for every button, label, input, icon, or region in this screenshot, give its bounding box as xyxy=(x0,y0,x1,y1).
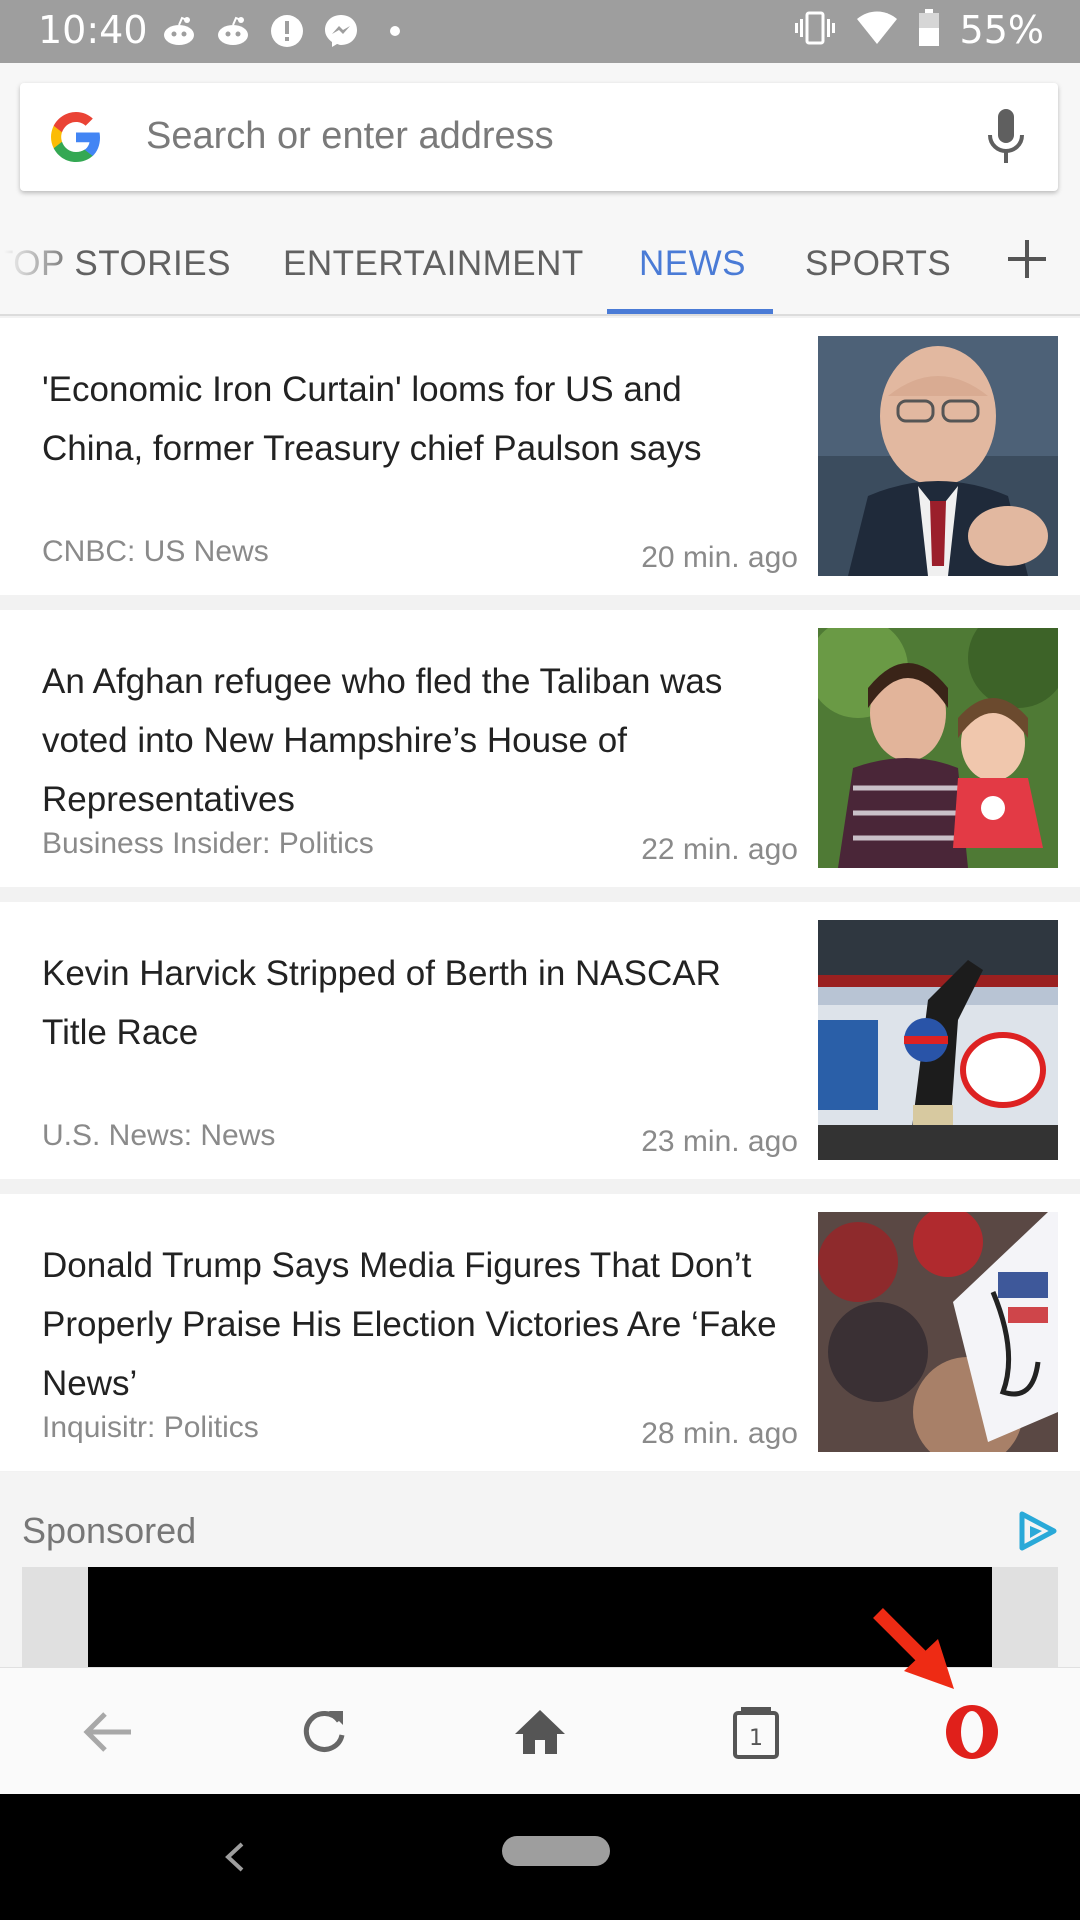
system-nav-bar xyxy=(0,1794,1080,1920)
tabs-button[interactable]: 1 xyxy=(720,1696,792,1768)
article-thumbnail[interactable] xyxy=(818,920,1058,1160)
article-thumbnail[interactable] xyxy=(818,336,1058,576)
news-card[interactable]: 'Economic Iron Curtain' looms for US and… xyxy=(0,318,1080,595)
article-source: U.S. News: News xyxy=(42,1119,276,1152)
article-thumbnail[interactable] xyxy=(818,628,1058,868)
opera-menu-icon[interactable] xyxy=(936,1696,1008,1768)
article-title[interactable]: Kevin Harvick Stripped of Berth in NASCA… xyxy=(42,944,792,1062)
nav-back-icon[interactable] xyxy=(216,1834,252,1880)
add-category-icon[interactable] xyxy=(1004,236,1050,282)
reload-icon[interactable] xyxy=(288,1696,360,1768)
news-card[interactable]: Kevin Harvick Stripped of Berth in NASCA… xyxy=(0,902,1080,1179)
dot-icon xyxy=(376,12,414,50)
article-thumbnail[interactable] xyxy=(818,1212,1058,1452)
article-title[interactable]: Donald Trump Says Media Figures That Don… xyxy=(42,1236,792,1413)
messenger-icon xyxy=(322,12,360,50)
system-icons: 55% xyxy=(794,8,1044,52)
news-card[interactable]: Donald Trump Says Media Figures That Don… xyxy=(0,1194,1080,1471)
news-feed: 'Economic Iron Curtain' looms for US and… xyxy=(0,318,1080,1486)
battery-icon xyxy=(918,8,940,52)
article-source: Business Insider: Politics xyxy=(42,827,374,860)
status-time: 10:40 xyxy=(38,8,148,52)
status-bar: 10:40 55% xyxy=(0,0,1080,63)
news-card[interactable]: An Afghan refugee who fled the Taliban w… xyxy=(0,610,1080,887)
alert-icon xyxy=(268,12,306,50)
tab-sports[interactable]: SPORTS xyxy=(805,244,951,284)
search-area: Search or enter address xyxy=(0,63,1080,198)
reddit-icon xyxy=(160,12,198,50)
article-source: CNBC: US News xyxy=(42,535,269,568)
microphone-icon[interactable] xyxy=(984,107,1028,167)
tab-fade xyxy=(0,198,80,314)
nav-home-pill[interactable] xyxy=(502,1836,610,1866)
notification-icons xyxy=(160,12,414,50)
search-placeholder: Search or enter address xyxy=(146,115,554,157)
article-time: 22 min. ago xyxy=(641,833,798,866)
category-tabs: TOP STORIES ENTERTAINMENT NEWS SPORTS xyxy=(0,198,1080,316)
annotation-arrow-icon xyxy=(870,1605,970,1705)
reddit-icon xyxy=(214,12,252,50)
home-icon[interactable] xyxy=(504,1696,576,1768)
article-time: 28 min. ago xyxy=(641,1417,798,1450)
adchoices-icon[interactable] xyxy=(1016,1510,1058,1552)
article-source: Inquisitr: Politics xyxy=(42,1411,259,1444)
active-tab-indicator xyxy=(607,309,773,314)
sponsored-label: Sponsored xyxy=(22,1510,197,1551)
article-title[interactable]: An Afghan refugee who fled the Taliban w… xyxy=(42,652,792,829)
search-input[interactable]: Search or enter address xyxy=(20,83,1058,191)
vibrate-icon xyxy=(794,10,836,51)
back-icon[interactable] xyxy=(72,1696,144,1768)
tab-entertainment[interactable]: ENTERTAINMENT xyxy=(283,244,584,284)
tab-news[interactable]: NEWS xyxy=(639,244,746,284)
google-icon xyxy=(48,109,104,165)
article-title[interactable]: 'Economic Iron Curtain' looms for US and… xyxy=(42,360,792,478)
battery-level: 55% xyxy=(959,8,1044,52)
wifi-icon xyxy=(856,11,898,50)
ad-video[interactable] xyxy=(88,1567,992,1667)
tab-count: 1 xyxy=(749,1725,763,1751)
article-time: 20 min. ago xyxy=(641,541,798,574)
article-time: 23 min. ago xyxy=(641,1125,798,1158)
